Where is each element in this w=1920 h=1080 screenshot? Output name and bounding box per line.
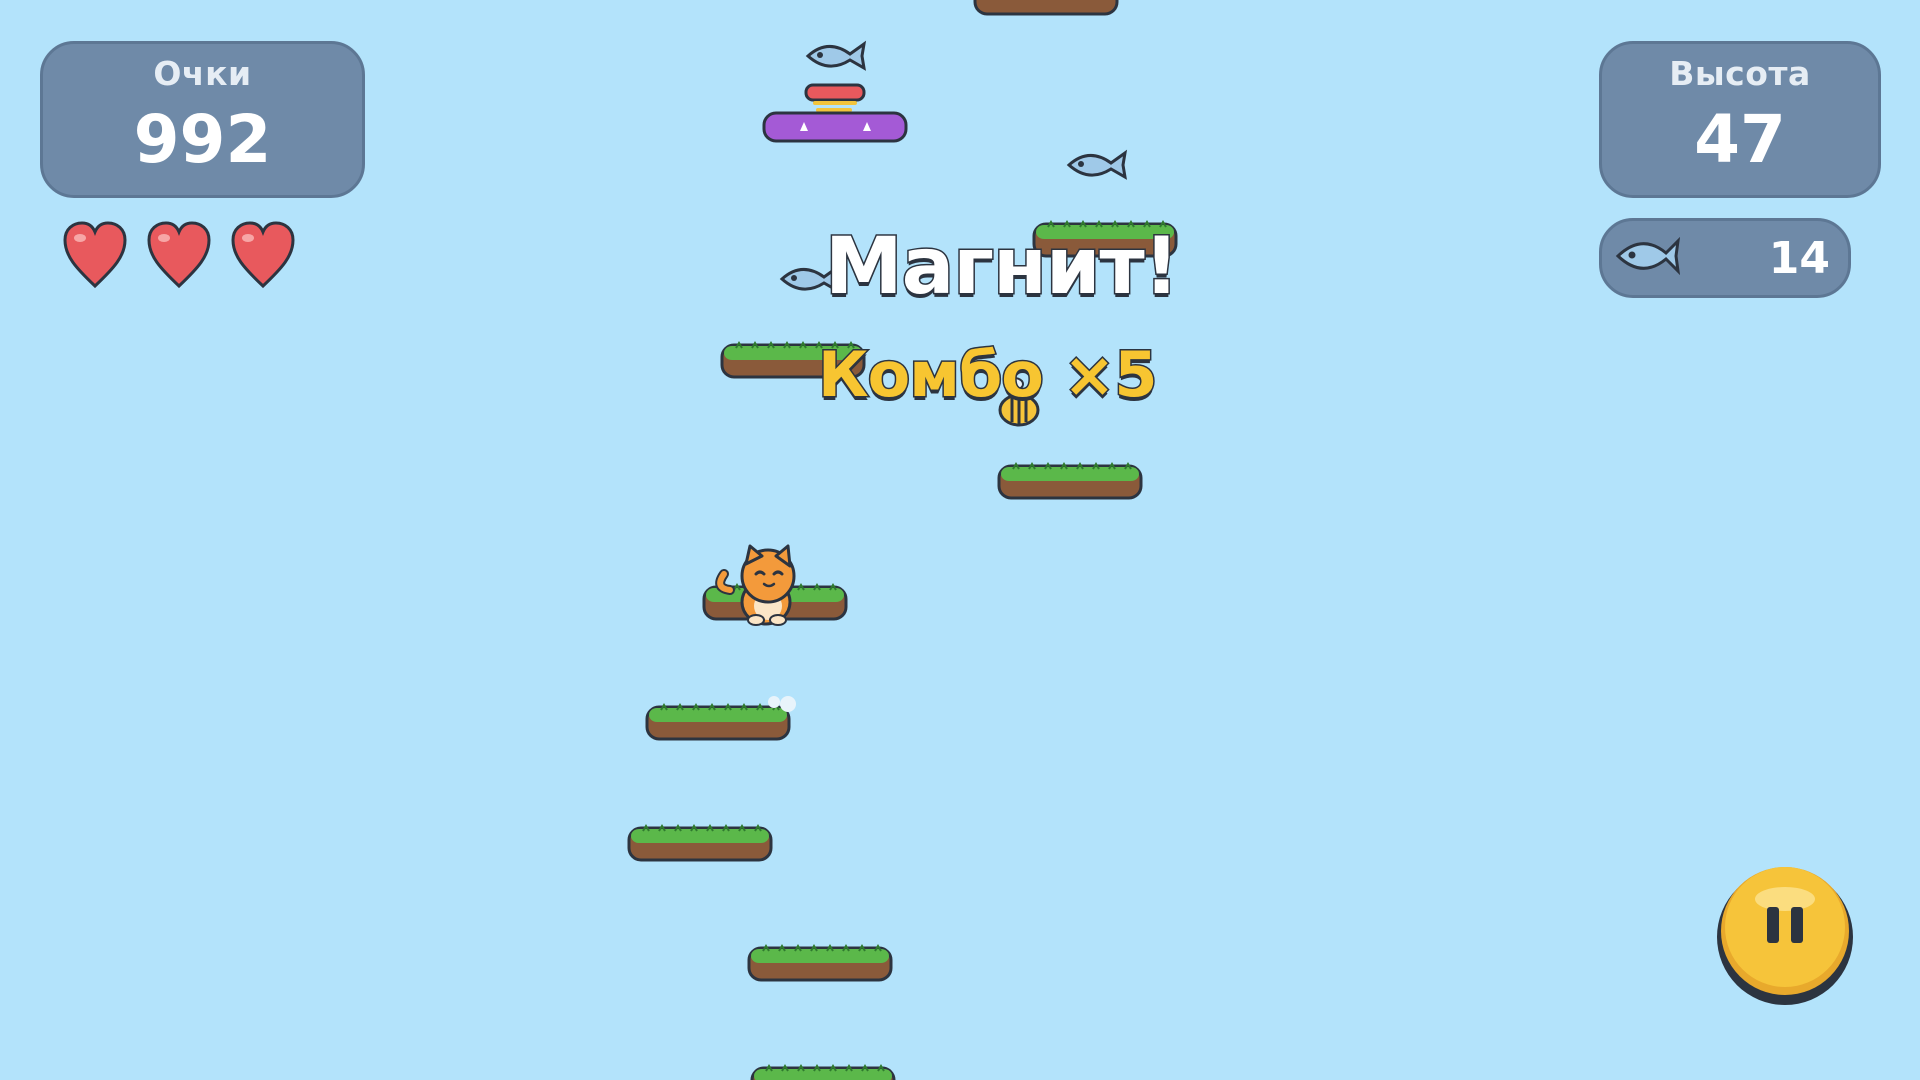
height-value: 47 (1694, 101, 1786, 178)
spring-platform (762, 83, 908, 143)
grass-platform (645, 703, 791, 741)
pause-button[interactable] (1713, 857, 1857, 1009)
powerup-popup-text: Магнит! (823, 221, 1180, 314)
combo-popup-text: Комбо ×5 (817, 337, 1160, 413)
height-panel: Высота 47 (1599, 41, 1881, 198)
score-panel: Очки 992 (40, 41, 365, 198)
fish-pickup (805, 40, 867, 71)
height-label: Высота (1669, 54, 1811, 93)
game-stage[interactable]: Магнит! Комбо ×5 Очки 992 Высота 47 14 (0, 0, 1920, 1080)
fish-pickup (1066, 149, 1128, 180)
grass-platform (997, 462, 1143, 500)
grass-platform (627, 824, 773, 862)
fish-count: 14 (1768, 233, 1830, 284)
score-label: Очки (153, 54, 252, 93)
heart-icon (231, 221, 295, 289)
dirt-platform (973, 0, 1119, 16)
heart-icon (147, 221, 211, 289)
grass-platform (747, 944, 893, 982)
score-value: 992 (133, 101, 272, 178)
grass-platform (750, 1064, 896, 1080)
heart-icon (63, 221, 127, 289)
fish-counter: 14 (1599, 218, 1851, 298)
fish-icon (1615, 236, 1680, 276)
